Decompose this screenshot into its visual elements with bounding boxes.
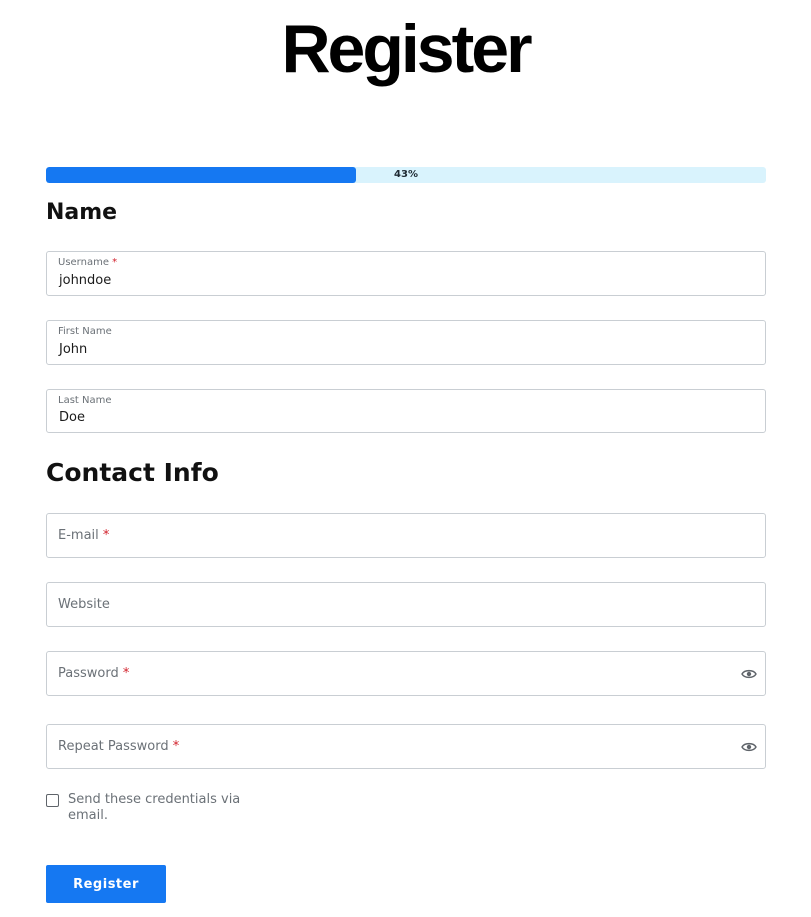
send-credentials-checkbox[interactable] xyxy=(46,794,59,807)
last-name-field[interactable]: Last Name Doe xyxy=(46,389,766,433)
first-name-value: John xyxy=(59,342,88,357)
section-heading-contact: Contact Info xyxy=(46,458,219,487)
last-name-value: Doe xyxy=(59,410,85,425)
page-title: Register xyxy=(281,11,532,87)
send-credentials-label[interactable]: Send these credentials via email. xyxy=(68,792,258,824)
password-field[interactable]: Password * xyxy=(46,651,766,696)
username-label: Username * xyxy=(58,257,118,268)
first-name-label: First Name xyxy=(58,326,112,337)
section-heading-name: Name xyxy=(46,200,118,225)
progress-label: 43% xyxy=(394,169,418,180)
password-placeholder: Password * xyxy=(58,666,130,681)
email-field[interactable]: E-mail * xyxy=(46,513,766,558)
eye-icon[interactable] xyxy=(741,740,757,754)
required-mark: * xyxy=(122,666,130,681)
required-mark: * xyxy=(112,257,118,268)
repeat-password-field[interactable]: Repeat Password * xyxy=(46,724,766,769)
repeat-password-placeholder: Repeat Password * xyxy=(58,739,180,754)
required-mark: * xyxy=(172,739,180,754)
website-placeholder: Website xyxy=(58,597,110,612)
eye-icon[interactable] xyxy=(741,667,757,681)
email-placeholder: E-mail * xyxy=(58,528,110,543)
website-field[interactable]: Website xyxy=(46,582,766,627)
first-name-field[interactable]: First Name John xyxy=(46,320,766,365)
username-field[interactable]: Username * johndoe xyxy=(46,251,766,296)
username-value: johndoe xyxy=(59,273,112,288)
last-name-label: Last Name xyxy=(58,395,112,406)
register-button[interactable]: Register xyxy=(46,865,166,903)
progress-bar: 43% xyxy=(46,167,766,183)
required-mark: * xyxy=(102,528,110,543)
